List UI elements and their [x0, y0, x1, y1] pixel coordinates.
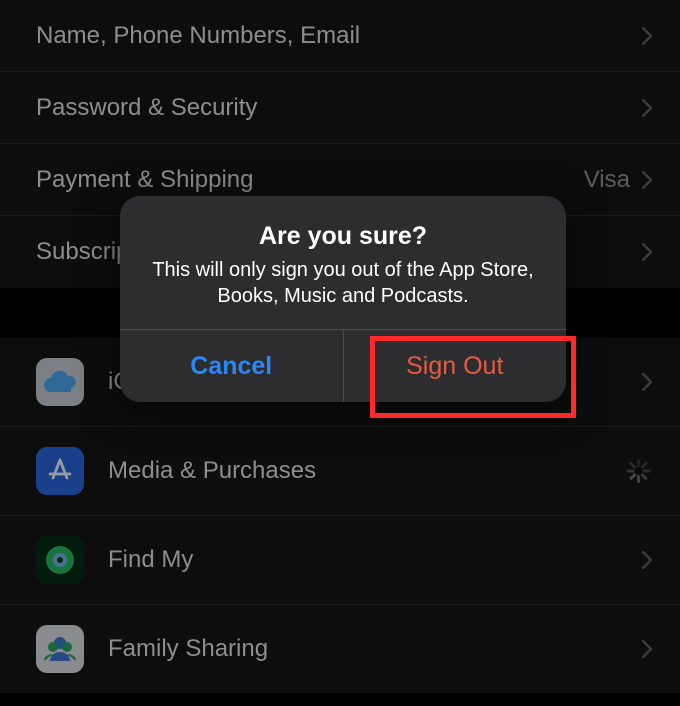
appstore-icon	[36, 447, 84, 495]
row-media-purchases[interactable]: Media & Purchases	[0, 427, 680, 516]
dialog-actions: Cancel Sign Out	[120, 329, 566, 402]
family-sharing-icon	[36, 625, 84, 673]
signout-button[interactable]: Sign Out	[343, 330, 567, 402]
row-label: Family Sharing	[108, 635, 642, 663]
row-label: Payment & Shipping	[36, 166, 584, 194]
findmy-icon	[36, 536, 84, 584]
dialog-title: Are you sure?	[142, 222, 544, 251]
icloud-icon	[36, 358, 84, 406]
row-password-security[interactable]: Password & Security	[0, 72, 680, 144]
row-name-phone-email[interactable]: Name, Phone Numbers, Email	[0, 0, 680, 72]
chevron-right-icon	[642, 171, 652, 189]
row-label: Find My	[108, 546, 642, 574]
confirm-signout-dialog: Are you sure? This will only sign you ou…	[120, 196, 566, 402]
chevron-right-icon	[642, 373, 652, 391]
chevron-right-icon	[642, 99, 652, 117]
chevron-right-icon	[642, 27, 652, 45]
row-label: Password & Security	[36, 94, 642, 122]
row-family-sharing[interactable]: Family Sharing	[0, 605, 680, 693]
cancel-button[interactable]: Cancel	[120, 330, 343, 402]
row-label: Media & Purchases	[108, 457, 624, 485]
row-label: Name, Phone Numbers, Email	[36, 22, 642, 50]
chevron-right-icon	[642, 640, 652, 658]
chevron-right-icon	[642, 243, 652, 261]
dialog-body: Are you sure? This will only sign you ou…	[120, 196, 566, 329]
row-find-my[interactable]: Find My	[0, 516, 680, 605]
row-value: Visa	[584, 166, 630, 194]
loading-spinner-icon	[624, 457, 652, 485]
chevron-right-icon	[642, 551, 652, 569]
dialog-message: This will only sign you out of the App S…	[142, 257, 544, 309]
